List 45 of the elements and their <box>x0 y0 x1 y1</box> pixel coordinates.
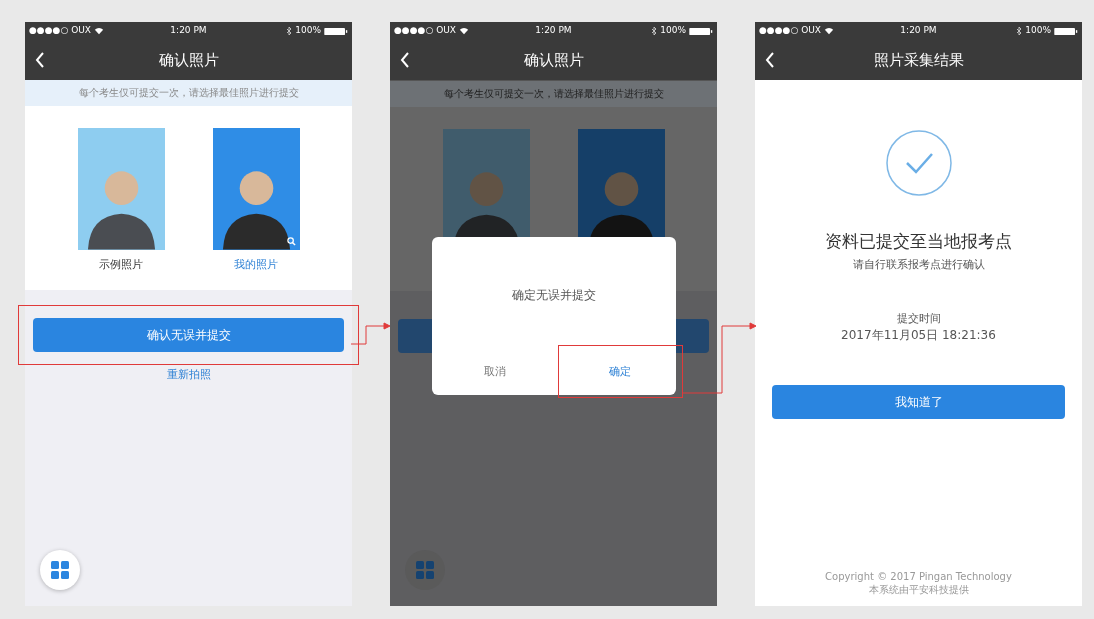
check-circle-icon <box>884 129 953 197</box>
retake-link[interactable]: 重新拍照 <box>166 368 211 382</box>
copyright-text: 本系统由平安科技提供 <box>867 583 970 596</box>
grid-button[interactable] <box>40 550 80 590</box>
clock-text: 1:20 PM <box>900 25 937 37</box>
carrier-text: ●●●●○ OUX <box>394 25 456 37</box>
magnifier-icon[interactable] <box>286 237 296 246</box>
acknowledge-button[interactable]: 我知道了 <box>772 384 1065 419</box>
back-icon[interactable] <box>765 52 775 68</box>
submit-time-value: 2017年11月05日 18:21:36 <box>840 327 997 343</box>
carrier-text: ●●●●○ OUX <box>759 25 821 37</box>
notice-banner: 每个考生仅可提交一次，请选择最佳照片进行提交 <box>25 80 352 106</box>
battery-text: 100% <box>295 25 321 37</box>
wifi-icon <box>823 27 834 35</box>
submit-button[interactable]: 确认无误并提交 <box>33 318 344 352</box>
bluetooth-icon <box>286 26 293 36</box>
confirm-button[interactable]: 确定 <box>558 346 682 397</box>
result-subheading: 请自行联系报考点进行确认 <box>851 258 986 272</box>
dialog-message: 确定无误并提交 <box>511 288 597 303</box>
bluetooth-icon <box>651 26 658 36</box>
carrier-text: ●●●●○ OUX <box>29 25 91 37</box>
bluetooth-icon <box>1016 26 1023 36</box>
result-heading: 资料已提交至当地报考点 <box>824 231 1013 253</box>
clock-text: 1:20 PM <box>535 25 572 37</box>
battery-text: 100% <box>1025 25 1051 37</box>
battery-icon <box>1054 26 1078 36</box>
battery-text: 100% <box>660 25 686 37</box>
copyright-text: Copyright © 2017 Pingan Technology <box>824 570 1013 583</box>
screen-title: 确认照片 <box>523 50 584 70</box>
photo-label[interactable]: 我的照片 <box>234 258 278 272</box>
back-icon[interactable] <box>35 52 45 68</box>
screen-title: 照片采集结果 <box>873 50 964 70</box>
wifi-icon <box>93 27 104 35</box>
photo-label[interactable]: 示例照片 <box>99 258 143 272</box>
back-icon[interactable] <box>400 52 410 68</box>
grid-icon <box>415 560 435 580</box>
screen-title: 确认照片 <box>158 50 219 70</box>
photo-placeholder[interactable] <box>212 128 300 250</box>
wifi-icon <box>458 27 469 35</box>
submit-time-label: 提交时间 <box>895 312 942 326</box>
grid-icon <box>50 560 70 580</box>
cancel-button[interactable]: 取消 <box>433 346 557 397</box>
battery-icon <box>689 26 713 36</box>
clock-text: 1:20 PM <box>170 25 207 37</box>
battery-icon <box>324 26 348 36</box>
